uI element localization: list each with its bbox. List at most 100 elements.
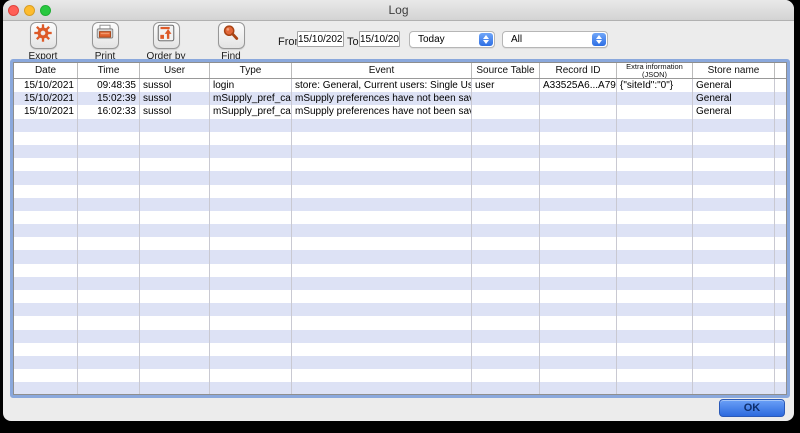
table-filler-cell	[775, 290, 786, 303]
export-button[interactable]: Export	[18, 22, 68, 62]
table-row[interactable]: 15/10/202116:02:33sussolmSupply_pref_can…	[14, 105, 786, 118]
table-cell	[14, 330, 78, 343]
column-header-event[interactable]: Event	[292, 63, 472, 78]
table-row[interactable]	[14, 119, 786, 132]
table-cell	[140, 224, 210, 237]
table-row[interactable]	[14, 264, 786, 277]
table-row[interactable]	[14, 158, 786, 171]
table-cell: 15/10/2021	[14, 79, 78, 92]
table-row[interactable]	[14, 277, 786, 290]
ok-button[interactable]: OK	[719, 399, 785, 417]
table-row[interactable]: 15/10/202109:48:35sussolloginstore: Gene…	[14, 79, 786, 92]
column-header-user[interactable]: User	[140, 63, 210, 78]
table-cell	[292, 171, 472, 184]
table-cell	[14, 369, 78, 382]
table-cell	[210, 316, 292, 329]
table-filler-cell	[775, 369, 786, 382]
table-row[interactable]	[14, 132, 786, 145]
table-cell	[78, 185, 140, 198]
table-row[interactable]: 15/10/202115:02:39sussolmSupply_pref_can…	[14, 92, 786, 105]
table-cell	[617, 224, 693, 237]
table-cell: mSupply_pref_cancelled	[210, 92, 292, 105]
table-cell	[472, 303, 540, 316]
stepper-arrows-icon	[479, 33, 493, 46]
print-button[interactable]: Print	[80, 22, 130, 62]
table-row[interactable]	[14, 316, 786, 329]
to-label: To	[347, 36, 359, 48]
table-cell	[210, 211, 292, 224]
table-row[interactable]	[14, 171, 786, 184]
table-cell	[540, 119, 617, 132]
table-cell	[210, 369, 292, 382]
from-date-field[interactable]	[297, 31, 344, 47]
title-bar[interactable]: Log	[3, 0, 794, 21]
table-cell	[472, 119, 540, 132]
table-row[interactable]	[14, 185, 786, 198]
column-header-date[interactable]: Date	[14, 63, 78, 78]
column-header-record-id[interactable]: Record ID	[540, 63, 617, 78]
column-header-source-table[interactable]: Source Table	[472, 63, 540, 78]
period-select[interactable]: Today	[409, 31, 495, 48]
table-cell	[14, 382, 78, 395]
table-cell	[14, 171, 78, 184]
column-header-time[interactable]: Time	[78, 63, 140, 78]
table-cell	[210, 277, 292, 290]
table-cell	[292, 316, 472, 329]
table-row[interactable]	[14, 369, 786, 382]
table-cell	[78, 316, 140, 329]
table-row[interactable]	[14, 343, 786, 356]
table-row[interactable]	[14, 330, 786, 343]
find-icon-button[interactable]	[218, 22, 245, 49]
table-cell	[78, 264, 140, 277]
table-row[interactable]	[14, 237, 786, 250]
table-row[interactable]	[14, 145, 786, 158]
table-cell	[292, 303, 472, 316]
export-icon-button[interactable]	[30, 22, 57, 49]
table-cell	[472, 92, 540, 105]
table-cell	[472, 105, 540, 118]
table-cell	[617, 237, 693, 250]
table-row[interactable]	[14, 356, 786, 369]
table-cell	[540, 303, 617, 316]
table-filler-cell	[775, 224, 786, 237]
table-cell	[472, 277, 540, 290]
table-cell	[210, 171, 292, 184]
table-cell	[140, 132, 210, 145]
log-table-inner: Date Time User Type Event Source Table R…	[13, 62, 787, 395]
table-cell	[540, 158, 617, 171]
table-cell	[140, 119, 210, 132]
table-cell	[540, 171, 617, 184]
table-row[interactable]	[14, 250, 786, 263]
column-header-store-name[interactable]: Store name	[693, 63, 775, 78]
table-cell	[78, 382, 140, 395]
find-button[interactable]: Find	[206, 22, 256, 62]
column-header-extra-information[interactable]: Extra information (JSON)	[617, 63, 693, 78]
table-cell	[78, 356, 140, 369]
table-row[interactable]	[14, 382, 786, 395]
print-icon-button[interactable]	[92, 22, 119, 49]
table-row[interactable]	[14, 224, 786, 237]
table-row[interactable]	[14, 303, 786, 316]
column-header-type[interactable]: Type	[210, 63, 292, 78]
table-cell	[78, 303, 140, 316]
table-cell	[292, 264, 472, 277]
table-cell: General	[693, 92, 775, 105]
table-row[interactable]	[14, 211, 786, 224]
table-cell	[693, 264, 775, 277]
order-by-icon-button[interactable]	[153, 22, 180, 49]
to-date-field[interactable]	[359, 31, 400, 47]
table-row[interactable]	[14, 290, 786, 303]
table-cell	[693, 277, 775, 290]
table-cell	[693, 369, 775, 382]
table-cell	[140, 237, 210, 250]
table-filler-cell	[775, 185, 786, 198]
table-cell: mSupply preferences have not been saved	[292, 92, 472, 105]
order-by-button[interactable]: Order by	[141, 22, 191, 62]
filter-select[interactable]: All	[502, 31, 608, 48]
table-cell	[472, 316, 540, 329]
table-cell	[292, 198, 472, 211]
table-row[interactable]	[14, 198, 786, 211]
table-cell	[540, 316, 617, 329]
table-cell	[78, 250, 140, 263]
table-filler-cell	[775, 145, 786, 158]
